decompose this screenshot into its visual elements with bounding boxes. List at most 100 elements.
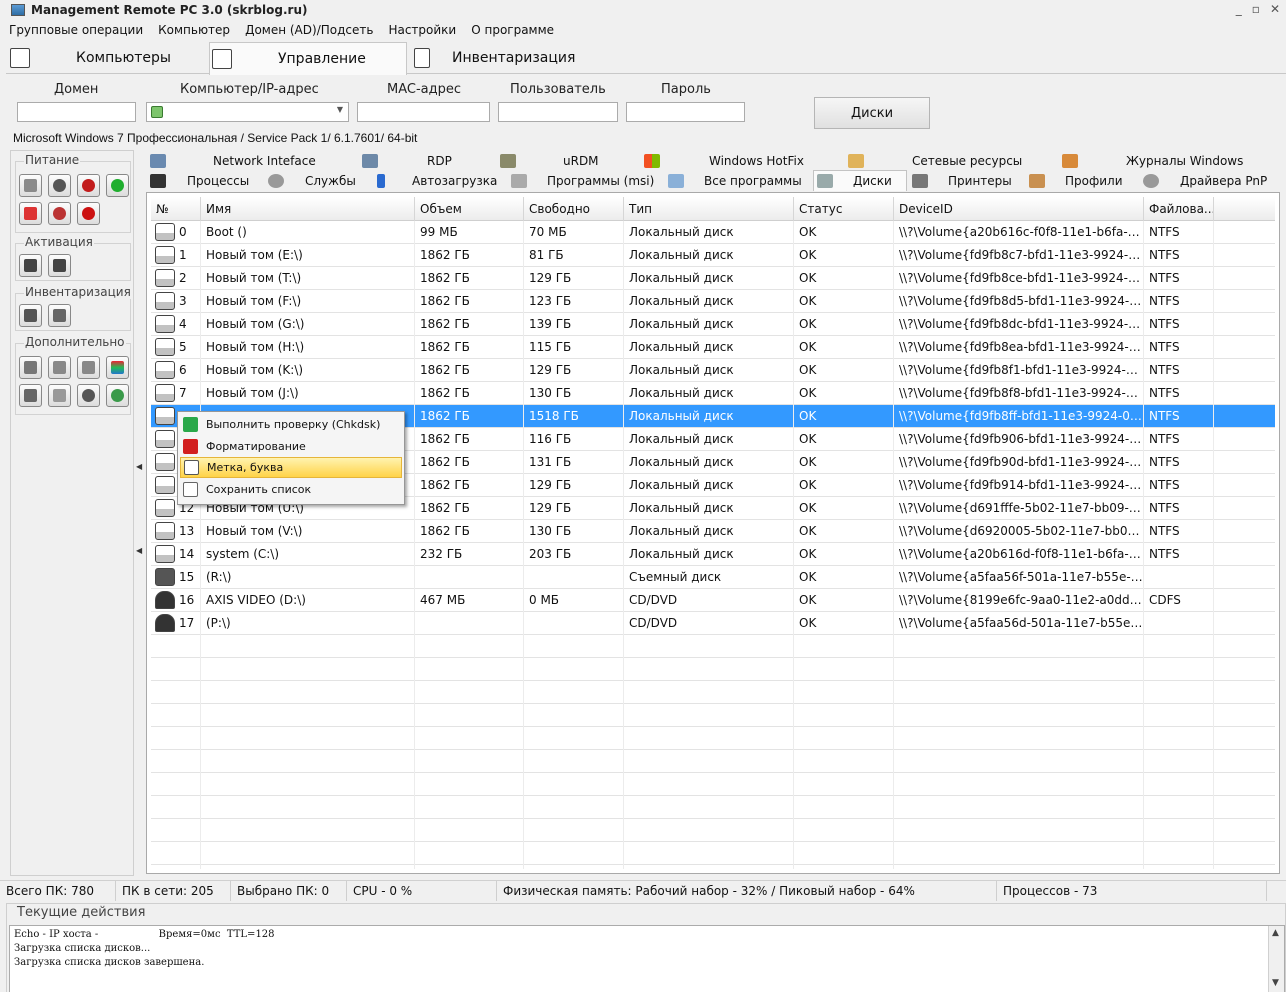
expand-arrow-icon[interactable]: ◀	[136, 546, 142, 555]
table-row[interactable]: 14 system (C:\) 232 ГБ 203 ГБ Локальный диск…	[151, 543, 1275, 566]
table-row[interactable]: 2 Новый том (T:\) 1862 ГБ 129 ГБ Локальный д…	[151, 267, 1275, 290]
tab-computers[interactable]: Компьютеры	[10, 42, 206, 74]
tab-windows-hotfix[interactable]: Windows HotFix	[644, 151, 804, 170]
log-scrollbar[interactable]: ▲ ▼	[1268, 926, 1284, 992]
extra-button-5[interactable]	[19, 384, 42, 407]
computer-combo[interactable]: ▼	[146, 102, 349, 122]
table-row[interactable]: 5 Новый том (H:\) 1862 ГБ 115 ГБ Локальный д…	[151, 336, 1275, 359]
tab-network-shares[interactable]: Сетевые ресурсы	[848, 151, 1022, 170]
menu-settings[interactable]: Настройки	[383, 23, 461, 37]
power-on-button[interactable]	[106, 174, 129, 197]
col-filesystem[interactable]: Файлова...	[1144, 197, 1214, 221]
restart-button[interactable]	[48, 174, 71, 197]
disk-type-cell: Локальный диск	[624, 244, 794, 267]
extra-button-6[interactable]	[48, 384, 71, 407]
device-id-cell: \\?\Volume{fd9fb8d5-bfd1-11e3-9924-0...	[894, 290, 1144, 313]
office-activation-button[interactable]	[48, 254, 71, 277]
windows-activation-button[interactable]	[19, 254, 42, 277]
tab-windows-logs[interactable]: Журналы Windows	[1062, 151, 1243, 170]
tab-printers[interactable]: Принтеры	[912, 171, 1012, 190]
remote-icon	[111, 389, 124, 402]
disks-button[interactable]: Диски	[814, 97, 930, 129]
tab-inventory[interactable]: Инвентаризация	[414, 42, 614, 74]
force-restart-button[interactable]	[48, 202, 71, 225]
shutdown-button[interactable]	[77, 174, 100, 197]
table-row[interactable]: 6 Новый том (K:\) 1862 ГБ 129 ГБ Локальный д…	[151, 359, 1275, 382]
close-button[interactable]: ✕	[1270, 2, 1280, 16]
tab-services[interactable]: Службы	[268, 171, 356, 190]
table-row[interactable]: 17 (P:\) CD/DVD OK \\?\Volume{a5faa56d-501a…	[151, 612, 1275, 635]
inventory-scan-button[interactable]	[19, 304, 42, 327]
scroll-up-icon[interactable]: ▲	[1272, 928, 1279, 938]
menu-item-label-letter[interactable]: Метка, буква	[180, 457, 402, 478]
file-system-cell: NTFS	[1144, 359, 1214, 382]
tab-urdm[interactable]: uRDM	[500, 151, 599, 170]
menu-bar: Групповые операции Компьютер Домен (AD)/…	[0, 20, 1286, 40]
disk-free-cell: 131 ГБ	[524, 451, 624, 474]
inventory-report-button[interactable]	[48, 304, 71, 327]
extra-button-8[interactable]	[106, 384, 129, 407]
extra-button-1[interactable]	[19, 356, 42, 379]
extra-button-3[interactable]	[77, 356, 100, 379]
actions-log[interactable]: Echo - IP хоста - Время=0мс TTL=128 Загр…	[9, 925, 1285, 992]
scroll-down-icon[interactable]: ▼	[1272, 978, 1279, 988]
table-row[interactable]: 16 AXIS VIDEO (D:\) 467 МБ 0 МБ CD/DVD OK \\?\…	[151, 589, 1275, 612]
mac-field[interactable]	[357, 102, 490, 122]
force-shutdown-button[interactable]	[77, 202, 100, 225]
extra-button-2[interactable]	[48, 356, 71, 379]
col-number[interactable]: №	[151, 197, 201, 221]
password-field[interactable]	[626, 102, 745, 122]
user-label: Пользователь	[510, 82, 606, 97]
domain-field[interactable]	[17, 102, 136, 122]
disk-status-cell: OK	[794, 359, 894, 382]
col-free[interactable]: Свободно	[524, 197, 624, 221]
col-device-id[interactable]: DeviceID	[894, 197, 1144, 221]
tab-rdp[interactable]: RDP	[362, 151, 452, 170]
collapse-arrow-icon[interactable]: ◀	[136, 462, 142, 471]
extra-button-4[interactable]	[106, 356, 129, 379]
tab-programs-msi[interactable]: Программы (msi)	[511, 171, 654, 190]
programs-icon	[668, 173, 684, 188]
menu-domain-subnet[interactable]: Домен (AD)/Подсеть	[240, 23, 378, 37]
tab-network-interface[interactable]: Network Inteface	[150, 151, 316, 170]
col-name[interactable]: Имя	[201, 197, 415, 221]
computer-label: Компьютер/IP-адрес	[180, 82, 319, 97]
force-logoff-button[interactable]	[19, 202, 42, 225]
tab-management[interactable]: Управление	[209, 42, 407, 75]
panel-splitter[interactable]: ◀ ◀	[136, 462, 142, 562]
table-row[interactable]: 1 Новый том (E:\) 1862 ГБ 81 ГБ Локальный ди…	[151, 244, 1275, 267]
tab-all-programs[interactable]: Все программы	[668, 171, 802, 190]
table-row[interactable]: 13 Новый том (V:\) 1862 ГБ 130 ГБ Локальный …	[151, 520, 1275, 543]
tab-profiles[interactable]: Профили	[1029, 171, 1123, 190]
tab-processes[interactable]: Процессы	[150, 171, 249, 190]
chevron-down-icon[interactable]: ▼	[337, 105, 343, 114]
table-row[interactable]: 0 Boot () 99 МБ 70 МБ Локальный диск OK \\?\Vo…	[151, 221, 1275, 244]
menu-item-format[interactable]: Форматирование	[180, 436, 402, 457]
table-row[interactable]: 7 Новый том (J:\) 1862 ГБ 130 ГБ Локальный д…	[151, 382, 1275, 405]
menu-computer[interactable]: Компьютер	[153, 23, 235, 37]
minimize-button[interactable]: _	[1236, 2, 1242, 16]
tab-autorun[interactable]: Автозагрузка	[377, 171, 497, 190]
profiles-icon	[1029, 173, 1045, 188]
disk-size-cell: 1862 ГБ	[415, 267, 524, 290]
disk-free-cell: 129 ГБ	[524, 497, 624, 520]
tab-pnp-drivers[interactable]: Драйвера PnP	[1143, 171, 1267, 190]
file-system-cell: NTFS	[1144, 221, 1214, 244]
menu-about[interactable]: О программе	[466, 23, 559, 37]
table-row[interactable]: 4 Новый том (G:\) 1862 ГБ 139 ГБ Локальный д…	[151, 313, 1275, 336]
col-status[interactable]: Статус	[794, 197, 894, 221]
maximize-button[interactable]: ▫	[1252, 2, 1260, 16]
extra-button-7[interactable]	[77, 384, 100, 407]
device-id-cell: \\?\Volume{fd9fb8ea-bfd1-11e3-9924-0...	[894, 336, 1144, 359]
menu-item-chkdsk[interactable]: Выполнить проверку (Chkdsk)	[180, 414, 402, 435]
col-type[interactable]: Тип	[624, 197, 794, 221]
col-size[interactable]: Объем	[415, 197, 524, 221]
row-number-cell: 0	[175, 221, 201, 244]
table-row[interactable]: 3 Новый том (F:\) 1862 ГБ 123 ГБ Локальный д…	[151, 290, 1275, 313]
user-field[interactable]	[498, 102, 618, 122]
tab-disks[interactable]: Диски	[813, 170, 907, 191]
table-row[interactable]: 15 (R:\) Съемный диск OK \\?\Volume{a5faa56…	[151, 566, 1275, 589]
menu-group-operations[interactable]: Групповые операции	[4, 23, 148, 37]
logoff-button[interactable]	[19, 174, 42, 197]
menu-item-save-list[interactable]: Сохранить список	[180, 479, 402, 500]
